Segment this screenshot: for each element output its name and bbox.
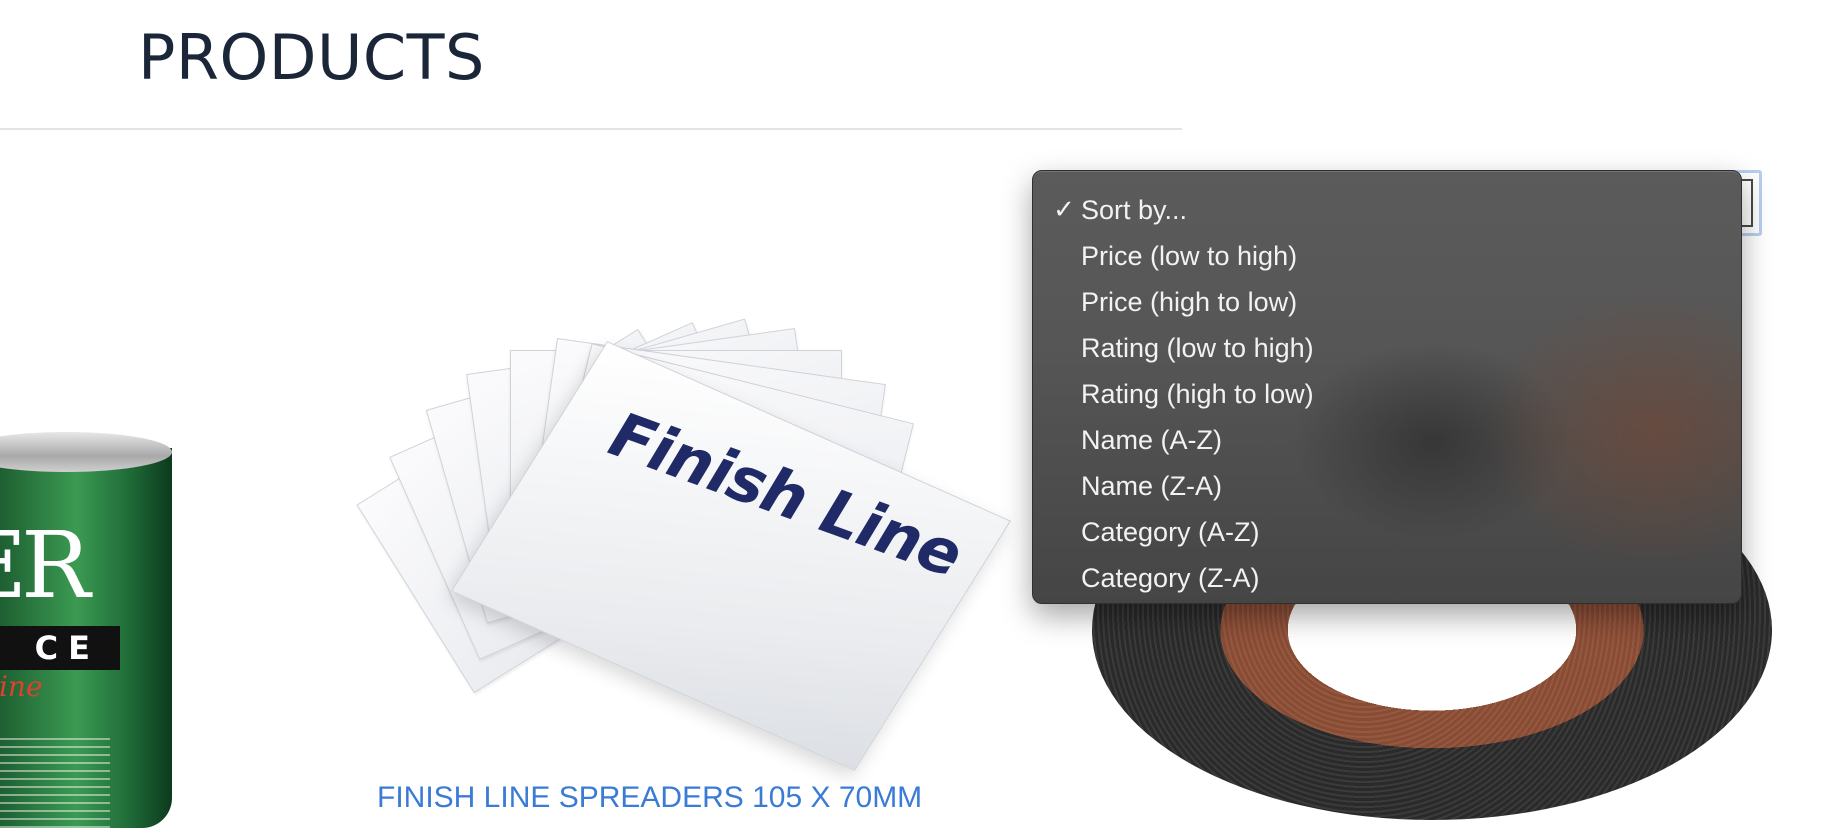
sort-option-label: Rating (high to low) <box>1081 379 1314 409</box>
sort-option-label: Name (Z-A) <box>1081 471 1222 501</box>
sort-option-label: Price (low to high) <box>1081 241 1298 271</box>
title-divider <box>0 128 1182 130</box>
checkmark-icon: ✓ <box>1053 195 1075 225</box>
can-fineprint <box>0 738 110 828</box>
sort-option-price-asc[interactable]: Price (low to high) <box>1033 233 1741 279</box>
sort-option-label: Name (A-Z) <box>1081 425 1222 455</box>
product-image-paint-can[interactable]: ER CE line <box>0 432 172 828</box>
sort-option-name-asc[interactable]: Name (A-Z) <box>1033 417 1741 463</box>
sort-option-rating-asc[interactable]: Rating (low to high) <box>1033 325 1741 371</box>
sort-option-label: Rating (low to high) <box>1081 333 1314 363</box>
sort-option-label: Price (high to low) <box>1081 287 1298 317</box>
sort-option-category-asc[interactable]: Category (A-Z) <box>1033 509 1741 555</box>
page-title: PRODUCTS <box>138 21 485 94</box>
sort-dropdown-menu[interactable]: ✓ Sort by... Price (low to high) Price (… <box>1032 170 1742 604</box>
can-rim <box>0 432 172 472</box>
can-band-text: CE <box>0 626 120 670</box>
sort-option-label: Sort by... <box>1081 195 1188 225</box>
sort-option-default[interactable]: ✓ Sort by... <box>1033 187 1741 233</box>
sort-option-name-desc[interactable]: Name (Z-A) <box>1033 463 1741 509</box>
sort-option-label: Category (A-Z) <box>1081 517 1260 547</box>
product-image-spreaders[interactable]: Finish Line <box>350 280 1012 771</box>
sort-option-price-desc[interactable]: Price (high to low) <box>1033 279 1741 325</box>
sort-option-label: Category (Z-A) <box>1081 563 1260 593</box>
sort-option-category-desc[interactable]: Category (Z-A) <box>1033 555 1741 601</box>
product-name-link[interactable]: FINISH LINE SPREADERS 105 X 70MM <box>377 780 922 816</box>
can-script-text: line <box>0 670 43 703</box>
can-logo-text: ER <box>0 512 90 619</box>
sort-option-rating-desc[interactable]: Rating (high to low) <box>1033 371 1741 417</box>
